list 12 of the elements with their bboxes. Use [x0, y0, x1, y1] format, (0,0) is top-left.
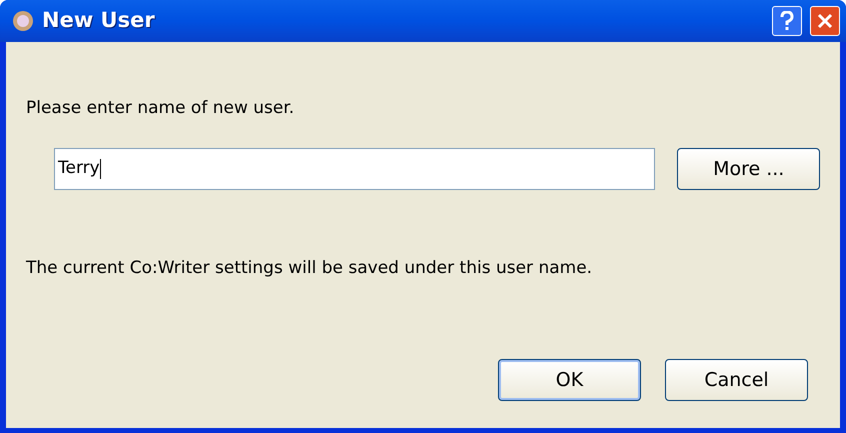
cancel-button[interactable]: Cancel — [665, 359, 808, 401]
app-icon — [12, 10, 34, 32]
close-icon — [817, 13, 833, 29]
question-icon — [780, 11, 794, 31]
ok-button[interactable]: OK — [498, 359, 641, 401]
close-button[interactable] — [810, 6, 840, 36]
name-input[interactable]: Terry — [54, 148, 656, 190]
info-text: The current Co:Writer settings will be saved under this user name. — [26, 260, 594, 277]
more-button[interactable]: More ... — [677, 148, 820, 190]
help-button[interactable] — [772, 6, 802, 36]
window-title: New User — [42, 7, 155, 34]
prompt-text: Please enter name of new user. — [26, 100, 296, 117]
